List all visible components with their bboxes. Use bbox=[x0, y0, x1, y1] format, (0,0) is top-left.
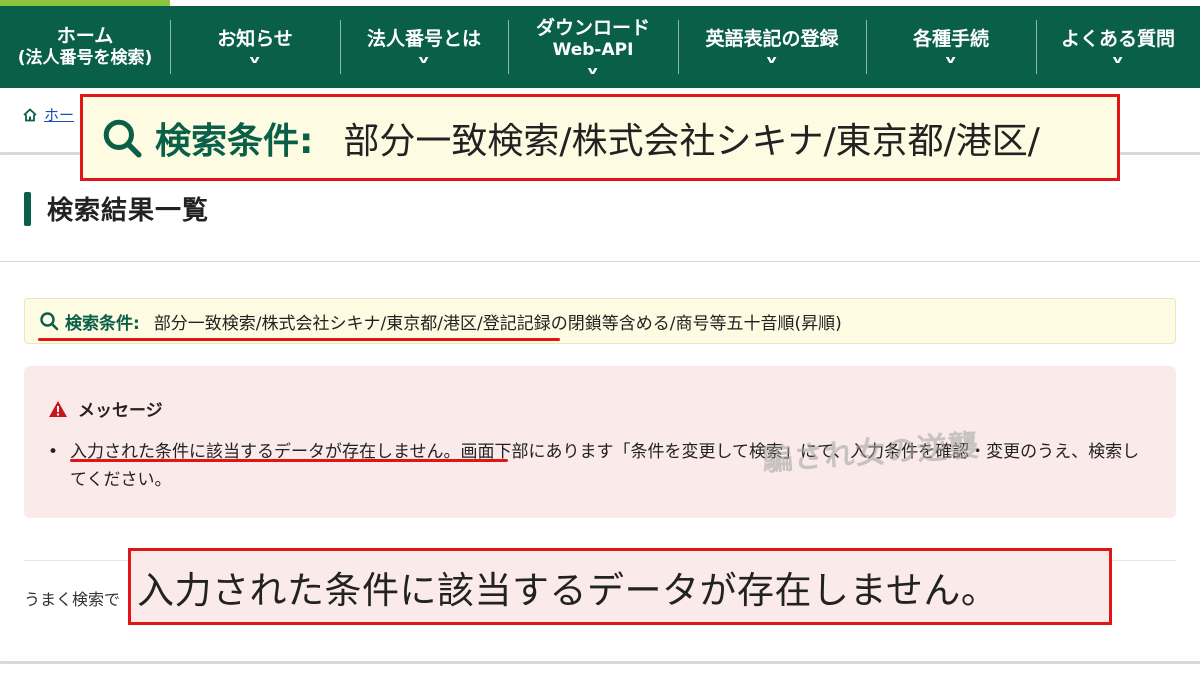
message-box: メッセージ • 入力された条件に該当するデータが存在しません。画面下部にあります… bbox=[24, 366, 1176, 518]
search-icon bbox=[40, 312, 59, 331]
chevron-down-icon: v bbox=[766, 53, 778, 66]
nav-item-label: ホーム bbox=[56, 25, 114, 47]
bullet: • bbox=[48, 442, 59, 462]
breadcrumb: ホー bbox=[22, 104, 74, 125]
chevron-down-icon: v bbox=[249, 53, 261, 66]
message-header: メッセージ bbox=[48, 396, 163, 421]
highlight-underline bbox=[70, 459, 508, 462]
home-icon bbox=[23, 107, 37, 121]
nav-item-6[interactable]: 各種手続 v bbox=[866, 6, 1036, 88]
nav-item-sublabel: (法人番号を検索) bbox=[17, 48, 153, 68]
nav-item-label: 法人番号とは bbox=[366, 28, 481, 50]
nav-item-3[interactable]: 法人番号とは v bbox=[340, 6, 508, 88]
section-header: 検索結果一覧 bbox=[24, 190, 209, 227]
nav-item-2[interactable]: お知らせ v bbox=[170, 6, 340, 88]
search-condition-value: 部分一致検索/株式会社シキナ/東京都/港区/登記記録の閉鎖等含める/商号等五十音… bbox=[153, 313, 842, 334]
nav-item-sublabel: Web-API bbox=[552, 40, 634, 60]
search-hint-text: うまく検索で bbox=[24, 590, 121, 609]
nav-item-label: ダウンロード bbox=[535, 17, 650, 39]
warning-icon bbox=[49, 400, 67, 417]
zoom-message-text: 入力された条件に該当するデータが存在しません。 bbox=[137, 568, 999, 612]
nav-item-label: 各種手続 bbox=[912, 28, 989, 50]
message-heading: メッセージ bbox=[78, 401, 163, 421]
chevron-down-icon: v bbox=[1112, 53, 1124, 66]
global-nav: ホーム (法人番号を検索) お知らせ v 法人番号とは v ダウンロード Web-API v 英語… bbox=[0, 6, 1200, 88]
search-icon bbox=[103, 119, 142, 158]
nav-item-5[interactable]: 英語表記の登録 v bbox=[678, 6, 866, 88]
page-title: 検索結果一覧 bbox=[47, 196, 210, 226]
breadcrumb-home-link[interactable]: ホー bbox=[44, 104, 74, 125]
page: ホーム (法人番号を検索) お知らせ v 法人番号とは v ダウンロード Web-API v 英語… bbox=[0, 0, 1200, 675]
chevron-down-icon: v bbox=[587, 64, 599, 77]
zoom-callout-condition: 検索条件: 部分一致検索/株式会社シキナ/東京都/港区/ bbox=[80, 94, 1120, 181]
chevron-down-icon: v bbox=[945, 53, 957, 66]
message-item: • 入力された条件に該当するデータが存在しません。画面下部にあります「条件を変更… bbox=[48, 438, 1140, 494]
chevron-down-icon: v bbox=[418, 53, 430, 66]
nav-item-label: 英語表記の登録 bbox=[705, 28, 839, 50]
zoom-condition-label: 検索条件: bbox=[155, 120, 314, 162]
section-bar bbox=[24, 191, 31, 226]
nav-item-label: よくある質問 bbox=[1060, 28, 1175, 50]
zoom-callout-message: 入力された条件に該当するデータが存在しません。 bbox=[128, 548, 1112, 625]
nav-item-7[interactable]: よくある質問 v bbox=[1036, 6, 1200, 88]
nav-item-4[interactable]: ダウンロード Web-API v bbox=[508, 6, 678, 88]
highlight-underline bbox=[38, 338, 560, 341]
zoom-condition-value: 部分一致検索/株式会社シキナ/東京都/港区/ bbox=[343, 120, 1040, 162]
nav-item-label: お知らせ bbox=[217, 28, 293, 50]
nav-item-1[interactable]: ホーム (法人番号を検索) bbox=[0, 6, 170, 88]
search-condition-label: 検索条件: bbox=[65, 313, 140, 334]
